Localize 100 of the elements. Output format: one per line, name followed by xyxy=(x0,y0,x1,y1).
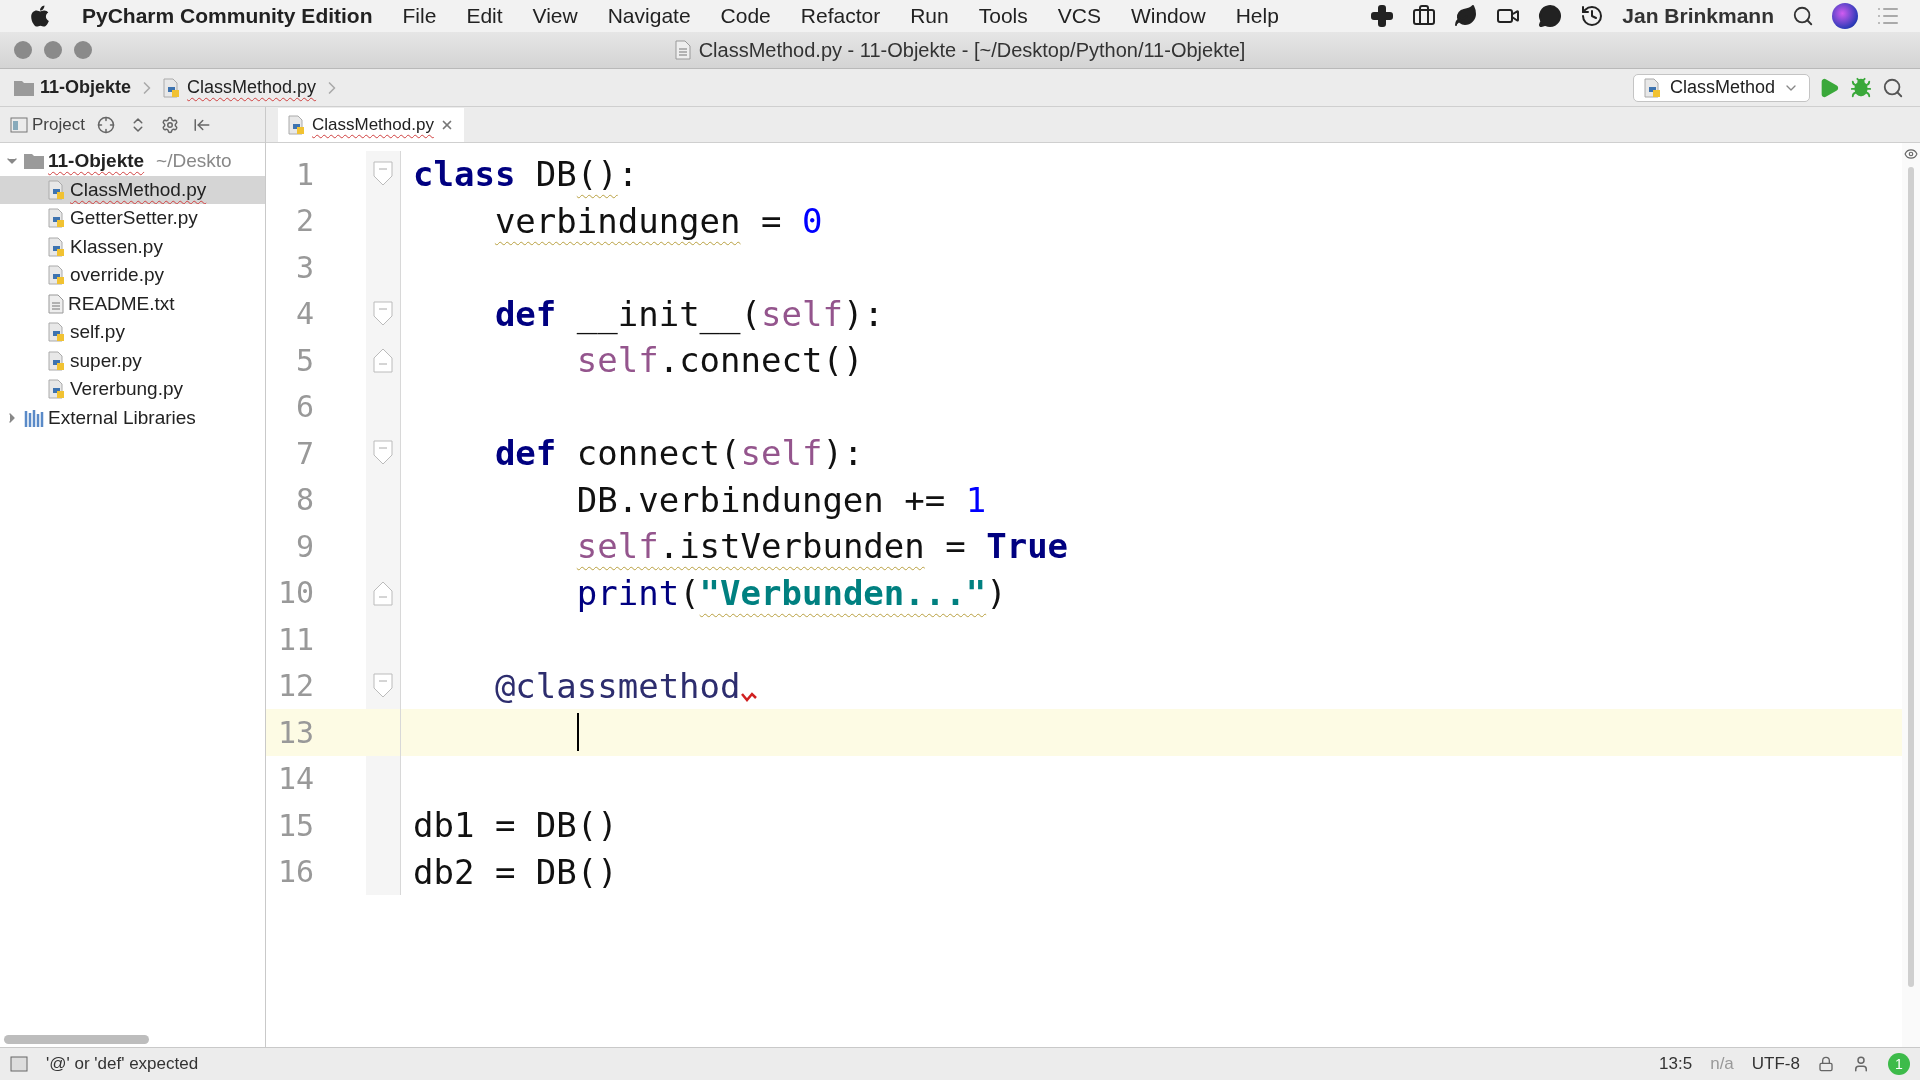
folder-icon xyxy=(14,79,34,96)
leaf-icon[interactable] xyxy=(1454,4,1479,28)
code-token: ): xyxy=(842,292,884,336)
code-token: 0 xyxy=(801,199,823,243)
tree-item-label: super.py xyxy=(70,349,142,372)
menu-item[interactable]: Window xyxy=(1130,4,1206,28)
code-token: ) xyxy=(986,571,1007,615)
tree-item-label: README.txt xyxy=(68,292,175,315)
tree-item[interactable]: GetterSetter.py xyxy=(0,204,265,233)
apple-logo-icon[interactable] xyxy=(28,4,52,28)
tree-item-label: self.py xyxy=(70,321,125,344)
code-token: () xyxy=(576,153,618,197)
menu-item[interactable]: Tools xyxy=(978,4,1028,28)
code-token: = xyxy=(945,525,967,569)
project-icon xyxy=(10,116,28,133)
editor-tab[interactable]: ClassMethod.py xyxy=(278,108,464,142)
project-view-dropdown[interactable]: Project xyxy=(10,114,85,135)
line-number: 4 xyxy=(294,296,315,332)
run-configuration-dropdown[interactable]: ClassMethod xyxy=(1632,73,1810,102)
window-title: ClassMethod.py - 11-Objekte - [~/Desktop/Python/11-Objekte] xyxy=(698,38,1246,62)
text-cursor xyxy=(576,713,579,752)
eye-icon[interactable] xyxy=(1904,147,1918,161)
person-icon[interactable] xyxy=(1852,1055,1870,1073)
search-icon[interactable] xyxy=(1792,5,1814,27)
breadcrumb[interactable]: ClassMethod.py xyxy=(163,77,317,98)
code-token: "Verbunden..." xyxy=(699,571,987,615)
code-token: 1 xyxy=(965,478,987,522)
app-name[interactable]: PyCharm Community Edition xyxy=(82,4,373,28)
tree-item[interactable]: self.py xyxy=(0,318,265,347)
line-number: 16 xyxy=(276,854,315,890)
menu-item[interactable]: VCS xyxy=(1057,4,1101,28)
tree-item[interactable]: ClassMethod.py xyxy=(0,175,265,204)
scrollbar-thumb[interactable] xyxy=(1908,167,1914,987)
tree-item[interactable]: Vererbung.py xyxy=(0,375,265,404)
tree-item-label: External Libraries xyxy=(48,406,196,429)
menu-item[interactable]: View xyxy=(532,4,578,28)
tree-item[interactable]: super.py xyxy=(0,346,265,375)
text-file-icon xyxy=(674,40,691,60)
fold-marker-icon[interactable] xyxy=(373,161,393,188)
tree-item[interactable]: Klassen.py xyxy=(0,232,265,261)
code-token: class xyxy=(413,153,516,197)
line-number: 9 xyxy=(294,528,315,564)
fold-marker-icon[interactable] xyxy=(373,579,393,606)
code-token: .connect() xyxy=(658,339,864,383)
python-file-icon xyxy=(48,350,66,371)
fold-marker-icon[interactable] xyxy=(373,440,393,467)
tree-item[interactable]: README.txt xyxy=(0,289,265,318)
line-number: 2 xyxy=(294,203,315,239)
breadcrumb[interactable]: 11-Objekte xyxy=(14,77,132,98)
user-name[interactable]: Jan Brinkmann xyxy=(1622,4,1774,28)
python-file-icon xyxy=(163,77,182,98)
python-file-icon xyxy=(48,208,66,229)
cursor-position[interactable]: 13:5 xyxy=(1659,1054,1693,1074)
line-number: 6 xyxy=(294,389,315,425)
fold-marker-icon[interactable] xyxy=(373,672,393,699)
menu-item[interactable]: Help xyxy=(1235,4,1279,28)
code-token: ): xyxy=(822,432,864,476)
menu-item[interactable]: Refactor xyxy=(800,4,881,28)
tree-item-label: 11-Objekte xyxy=(48,150,145,173)
line-number: 12 xyxy=(276,668,315,704)
error-squiggle-icon xyxy=(740,691,757,702)
code-token: True xyxy=(986,525,1069,569)
tree-item[interactable]: override.py xyxy=(0,261,265,290)
code-token: self xyxy=(576,339,659,383)
minimize-window-button[interactable] xyxy=(44,41,62,59)
scrollbar-thumb[interactable] xyxy=(4,1034,149,1044)
code-token: ( xyxy=(679,571,700,615)
code-token: DB.verbindungen += xyxy=(576,478,947,522)
lock-icon[interactable] xyxy=(1818,1056,1834,1072)
tree-item[interactable]: External Libraries xyxy=(0,403,265,432)
code-token: self xyxy=(761,292,843,336)
menu-item[interactable]: File xyxy=(402,4,437,28)
fold-marker-icon[interactable] xyxy=(373,300,393,327)
panel-toggle-icon[interactable] xyxy=(10,1056,28,1072)
menu-item[interactable]: Edit xyxy=(466,4,503,28)
code-token: print xyxy=(576,571,680,615)
line-number: 5 xyxy=(294,342,315,378)
menu-item[interactable]: Code xyxy=(720,4,771,28)
close-window-button[interactable] xyxy=(14,41,32,59)
tree-item-label: GetterSetter.py xyxy=(70,207,198,230)
fold-marker-icon[interactable] xyxy=(373,347,393,374)
chat-bubble-icon[interactable] xyxy=(1538,4,1563,28)
python-file-icon xyxy=(48,265,66,286)
clock-icon[interactable] xyxy=(1580,4,1605,28)
maximize-window-button[interactable] xyxy=(74,41,92,59)
python-file-icon xyxy=(1643,77,1662,98)
menu-item[interactable]: Run xyxy=(910,4,949,28)
code-token: db1 = DB() xyxy=(413,804,618,848)
code-token: self xyxy=(576,525,659,569)
line-number: 11 xyxy=(276,621,315,657)
tree-item[interactable]: 11-Objekte ~/Deskto xyxy=(0,147,265,176)
code-token: connect( xyxy=(576,432,741,476)
folder-icon xyxy=(24,153,44,170)
line-number: 14 xyxy=(276,761,315,797)
cross-icon[interactable] xyxy=(1370,4,1395,28)
file-encoding[interactable]: UTF-8 xyxy=(1751,1054,1800,1074)
code-token: def xyxy=(494,432,557,476)
tree-item-path: ~/Deskto xyxy=(156,150,232,173)
line-number: 3 xyxy=(294,249,315,285)
menu-item[interactable]: Navigate xyxy=(607,4,691,28)
